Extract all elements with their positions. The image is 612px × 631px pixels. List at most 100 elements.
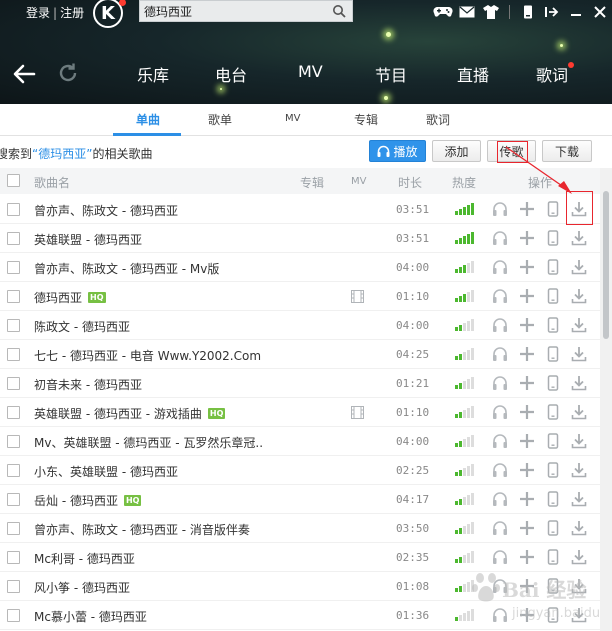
- mv-film-icon[interactable]: [351, 290, 364, 303]
- send-to-phone-icon[interactable]: [545, 491, 561, 507]
- row-checkbox[interactable]: [7, 232, 20, 245]
- register-link[interactable]: 注册: [60, 6, 84, 20]
- song-title[interactable]: 小东、英雄联盟 - 德玛西亚: [34, 463, 178, 480]
- listen-icon[interactable]: [492, 259, 508, 275]
- row-checkbox[interactable]: [7, 348, 20, 361]
- row-checkbox[interactable]: [7, 580, 20, 593]
- song-row[interactable]: 小东、英雄联盟 - 德玛西亚 02:25: [0, 456, 600, 485]
- row-checkbox[interactable]: [7, 522, 20, 535]
- tab-albums[interactable]: 专辑: [354, 111, 378, 128]
- row-checkbox[interactable]: [7, 551, 20, 564]
- song-title[interactable]: 风小筝 - 德玛西亚: [34, 579, 130, 596]
- song-title[interactable]: 七七 - 德玛西亚 - 电音 Www.Y2002.Com: [34, 347, 261, 364]
- gamepad-icon[interactable]: [431, 3, 455, 21]
- download-icon[interactable]: [571, 520, 587, 536]
- song-title[interactable]: 岳灿 - 德玛西亚 HQ: [34, 492, 142, 509]
- song-row[interactable]: 七七 - 德玛西亚 - 电音 Www.Y2002.Com 04:25: [0, 340, 600, 369]
- listen-icon[interactable]: [492, 201, 508, 217]
- play-all-button[interactable]: 播放: [369, 140, 426, 162]
- add-icon[interactable]: [519, 230, 535, 246]
- download-icon[interactable]: [571, 346, 587, 362]
- add-icon[interactable]: [519, 346, 535, 362]
- add-icon[interactable]: [519, 259, 535, 275]
- mini-mode-icon[interactable]: [540, 3, 564, 21]
- download-all-button[interactable]: 下载: [542, 140, 592, 162]
- listen-icon[interactable]: [492, 404, 508, 420]
- row-checkbox[interactable]: [7, 406, 20, 419]
- row-checkbox[interactable]: [7, 609, 20, 622]
- row-checkbox[interactable]: [7, 435, 20, 448]
- send-to-phone-icon[interactable]: [545, 375, 561, 391]
- song-row[interactable]: 英雄联盟 - 德玛西亚 - 游戏插曲 HQ 01:10: [0, 398, 600, 427]
- song-title[interactable]: 初音未来 - 德玛西亚: [34, 376, 142, 393]
- send-to-phone-icon[interactable]: [545, 462, 561, 478]
- download-icon[interactable]: [571, 433, 587, 449]
- add-icon[interactable]: [519, 433, 535, 449]
- download-icon[interactable]: [571, 317, 587, 333]
- song-row[interactable]: 曾亦声、陈政文 - 德玛西亚 - 消音版伴奏 03:50: [0, 514, 600, 543]
- add-icon[interactable]: [519, 201, 535, 217]
- add-icon[interactable]: [519, 404, 535, 420]
- nav-lyrics[interactable]: 歌词: [536, 62, 568, 86]
- shirt-icon[interactable]: [479, 3, 503, 21]
- download-icon[interactable]: [571, 230, 587, 246]
- add-icon[interactable]: [519, 520, 535, 536]
- song-row[interactable]: 曾亦声、陈政文 - 德玛西亚 03:51: [0, 195, 600, 224]
- mv-film-icon[interactable]: [351, 406, 364, 419]
- login-link[interactable]: 登录: [26, 6, 50, 20]
- add-button[interactable]: 添加: [432, 140, 481, 162]
- add-icon[interactable]: [519, 491, 535, 507]
- song-title[interactable]: 陈政文 - 德玛西亚: [34, 318, 130, 335]
- song-title[interactable]: 曾亦声、陈政文 - 德玛西亚 - Mv版: [34, 260, 219, 277]
- song-row[interactable]: 岳灿 - 德玛西亚 HQ 04:17: [0, 485, 600, 514]
- send-to-phone-icon[interactable]: [545, 230, 561, 246]
- minimize-icon[interactable]: [564, 3, 588, 21]
- song-row[interactable]: Mv、英雄联盟 - 德玛西亚 - 瓦罗然乐章冠.. 04:00: [0, 427, 600, 456]
- song-title[interactable]: 英雄联盟 - 德玛西亚 - 游戏插曲 HQ: [34, 405, 226, 422]
- nav-live[interactable]: 直播: [457, 62, 489, 86]
- add-icon[interactable]: [519, 375, 535, 391]
- song-row[interactable]: 曾亦声、陈政文 - 德玛西亚 - Mv版 04:00: [0, 253, 600, 282]
- song-title[interactable]: 曾亦声、陈政文 - 德玛西亚 - 消音版伴奏: [34, 521, 250, 538]
- listen-icon[interactable]: [492, 346, 508, 362]
- nav-radio[interactable]: 电台: [215, 62, 247, 86]
- row-checkbox[interactable]: [7, 290, 20, 303]
- send-to-phone-icon[interactable]: [545, 259, 561, 275]
- song-row[interactable]: 初音未来 - 德玛西亚 01:21: [0, 369, 600, 398]
- close-icon[interactable]: [588, 3, 612, 21]
- send-to-phone-icon[interactable]: [545, 201, 561, 217]
- nav-library[interactable]: 乐库: [137, 62, 169, 86]
- nav-programs[interactable]: 节目: [375, 62, 407, 86]
- tab-songs[interactable]: 单曲: [136, 111, 160, 128]
- add-icon[interactable]: [519, 288, 535, 304]
- send-to-phone-icon[interactable]: [545, 317, 561, 333]
- listen-icon[interactable]: [492, 375, 508, 391]
- mail-icon[interactable]: [455, 3, 479, 21]
- song-title[interactable]: 德玛西亚 HQ: [34, 289, 106, 306]
- tab-mv[interactable]: MV: [285, 113, 300, 124]
- song-title[interactable]: Mc利哥 - 德玛西亚: [34, 550, 135, 567]
- scrollbar-thumb[interactable]: [603, 191, 609, 339]
- row-checkbox[interactable]: [7, 464, 20, 477]
- phone-icon[interactable]: [516, 3, 540, 21]
- download-icon[interactable]: [571, 462, 587, 478]
- row-checkbox[interactable]: [7, 261, 20, 274]
- select-all-checkbox[interactable]: [7, 174, 20, 187]
- download-icon[interactable]: [571, 491, 587, 507]
- download-icon[interactable]: [571, 259, 587, 275]
- download-icon[interactable]: [571, 288, 587, 304]
- song-title[interactable]: 英雄联盟 - 德玛西亚: [34, 231, 142, 248]
- row-checkbox[interactable]: [7, 203, 20, 216]
- listen-icon[interactable]: [492, 491, 508, 507]
- search-icon[interactable]: [332, 4, 346, 18]
- song-title[interactable]: Mv、英雄联盟 - 德玛西亚 - 瓦罗然乐章冠..: [34, 434, 263, 451]
- listen-icon[interactable]: [492, 288, 508, 304]
- download-icon[interactable]: [571, 375, 587, 391]
- listen-icon[interactable]: [492, 317, 508, 333]
- listen-icon[interactable]: [492, 462, 508, 478]
- row-checkbox[interactable]: [7, 319, 20, 332]
- song-title[interactable]: 曾亦声、陈政文 - 德玛西亚: [34, 202, 178, 219]
- song-row[interactable]: 英雄联盟 - 德玛西亚 03:51: [0, 224, 600, 253]
- tab-playlists[interactable]: 歌单: [208, 111, 232, 128]
- send-to-phone-icon[interactable]: [545, 520, 561, 536]
